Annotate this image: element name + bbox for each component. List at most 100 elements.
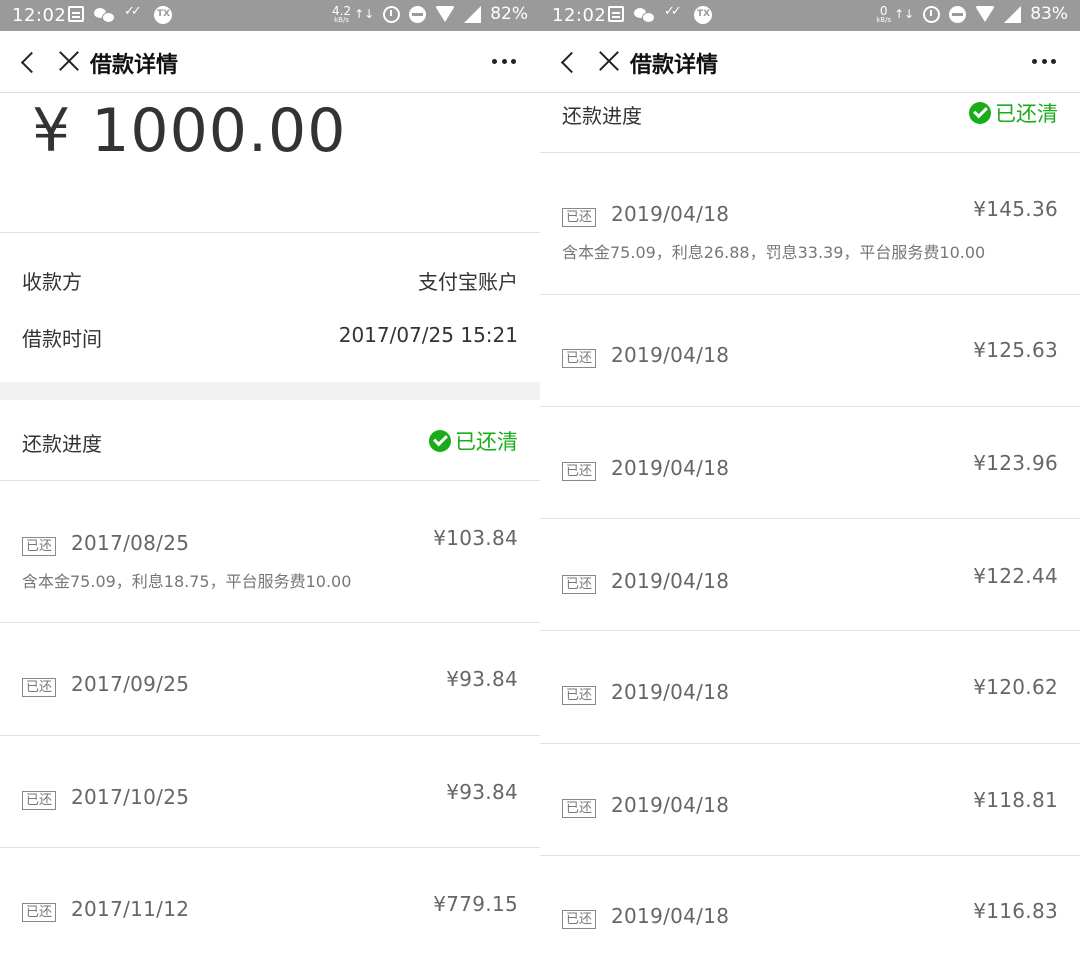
dnd-icon <box>949 5 967 23</box>
close-icon[interactable] <box>58 50 80 72</box>
net-speed: 4.2 kB/s <box>332 5 351 24</box>
divider <box>540 294 1080 295</box>
payment-amount: ¥116.83 <box>973 899 1058 923</box>
repay-progress-row: 还款进度 已还清 <box>22 428 518 458</box>
divider <box>540 406 1080 407</box>
signal-icon <box>1004 5 1022 23</box>
net-speed-unit: kB/s <box>876 15 892 24</box>
repay-progress-row: 还款进度 已还清 <box>562 100 1058 130</box>
page-title: 借款详情 <box>630 53 719 78</box>
info-row-loan-time: 借款时间 2017/07/25 15:21 <box>22 323 518 353</box>
wifi-icon <box>435 6 456 22</box>
section-gap <box>0 382 540 400</box>
paid-tag: 已还 <box>562 208 596 227</box>
status-time: 12:02 <box>552 5 607 26</box>
payment-amount: ¥103.84 <box>433 526 518 550</box>
alarm-icon <box>383 5 401 23</box>
more-icon[interactable] <box>1032 59 1056 65</box>
paid-tag: 已还 <box>562 686 596 705</box>
notification-doc-icon <box>68 6 84 22</box>
alarm-icon <box>923 5 941 23</box>
payment-date: 2019/04/18 <box>611 569 730 593</box>
info-label: 收款方 <box>22 270 82 294</box>
payment-date: 2017/10/25 <box>71 785 190 809</box>
paid-tag: 已还 <box>22 903 56 922</box>
check-circle-icon <box>969 102 991 124</box>
paid-tag: 已还 <box>562 575 596 594</box>
payment-amount: ¥125.63 <box>973 338 1058 362</box>
close-icon[interactable] <box>598 50 620 72</box>
divider <box>0 232 540 233</box>
nav-bar: 借款详情 <box>540 31 1080 93</box>
signal-icon <box>464 5 482 23</box>
net-arrows-icon: ↑↓ <box>894 7 915 21</box>
payment-date: 2017/08/25 <box>71 531 190 555</box>
app-badge-icon <box>154 6 172 24</box>
back-icon[interactable] <box>20 52 36 72</box>
payment-date: 2019/04/18 <box>611 456 730 480</box>
payment-amount: ¥123.96 <box>973 451 1058 475</box>
net-speed-unit: kB/s <box>334 15 349 24</box>
status-badge: 已还清 <box>429 426 518 456</box>
loan-amount: ¥ 1000.00 <box>32 96 347 166</box>
more-icon[interactable] <box>492 59 516 65</box>
info-label: 借款时间 <box>22 327 102 351</box>
divider <box>0 735 540 736</box>
paid-tag: 已还 <box>22 537 56 556</box>
double-check-icon <box>124 4 144 24</box>
net-arrows-icon: ↑↓ <box>354 7 375 21</box>
divider <box>540 518 1080 519</box>
divider <box>540 630 1080 631</box>
payment-date: 2019/04/18 <box>611 793 730 817</box>
payment-date: 2019/04/18 <box>611 680 730 704</box>
divider <box>0 622 540 623</box>
progress-label: 还款进度 <box>562 104 642 128</box>
info-value: 支付宝账户 <box>418 270 518 294</box>
wechat-icon <box>94 6 115 24</box>
wifi-icon <box>975 6 996 22</box>
left-screenshot-panel: 12:02 4.2 kB/s ↑↓ 82% 借款详情 ¥ 1000.00 收款 <box>0 0 540 960</box>
status-time: 12:02 <box>12 5 67 26</box>
wechat-icon <box>634 6 655 24</box>
payment-amount: ¥122.44 <box>973 564 1058 588</box>
status-text: 已还清 <box>995 102 1058 126</box>
paid-tag: 已还 <box>562 349 596 368</box>
divider <box>540 152 1080 153</box>
notification-doc-icon <box>608 6 624 22</box>
net-speed-value: 4.2 <box>332 3 352 18</box>
check-circle-icon <box>429 430 451 452</box>
payment-amount: ¥93.84 <box>446 780 518 804</box>
payment-amount: ¥118.81 <box>973 788 1058 812</box>
dnd-icon <box>409 5 427 23</box>
info-row-payee: 收款方 支付宝账户 <box>22 266 518 296</box>
payment-date: 2017/11/12 <box>71 897 190 921</box>
payment-amount: ¥120.62 <box>973 675 1058 699</box>
paid-tag: 已还 <box>562 799 596 818</box>
status-badge: 已还清 <box>969 98 1058 128</box>
status-bar: 12:02 4.2 kB/s ↑↓ 82% <box>0 0 540 31</box>
divider <box>0 480 540 481</box>
divider <box>0 847 540 848</box>
battery-percent: 83% <box>1030 4 1068 24</box>
payment-amount: ¥93.84 <box>446 667 518 691</box>
paid-tag: 已还 <box>562 462 596 481</box>
payment-date: 2019/04/18 <box>611 202 730 226</box>
payment-detail: 含本金75.09，利息18.75，平台服务费10.00 <box>22 572 352 591</box>
net-speed: 0 kB/s <box>876 5 891 24</box>
right-screenshot-panel: 12:02 0 kB/s ↑↓ 83% 借款详情 还款进度 <box>540 0 1080 960</box>
divider <box>540 855 1080 856</box>
progress-label: 还款进度 <box>22 432 102 456</box>
payment-amount: ¥779.15 <box>433 892 518 916</box>
payment-date: 2019/04/18 <box>611 904 730 928</box>
status-text: 已还清 <box>455 430 518 454</box>
divider <box>540 743 1080 744</box>
net-speed-value: 0 <box>879 3 888 18</box>
paid-tag: 已还 <box>22 678 56 697</box>
status-bar: 12:02 0 kB/s ↑↓ 83% <box>540 0 1080 31</box>
battery-percent: 82% <box>490 4 528 24</box>
back-icon[interactable] <box>560 52 576 72</box>
page-title: 借款详情 <box>90 53 179 78</box>
info-value: 2017/07/25 15:21 <box>338 323 518 347</box>
paid-tag: 已还 <box>22 791 56 810</box>
double-check-icon <box>664 4 684 24</box>
